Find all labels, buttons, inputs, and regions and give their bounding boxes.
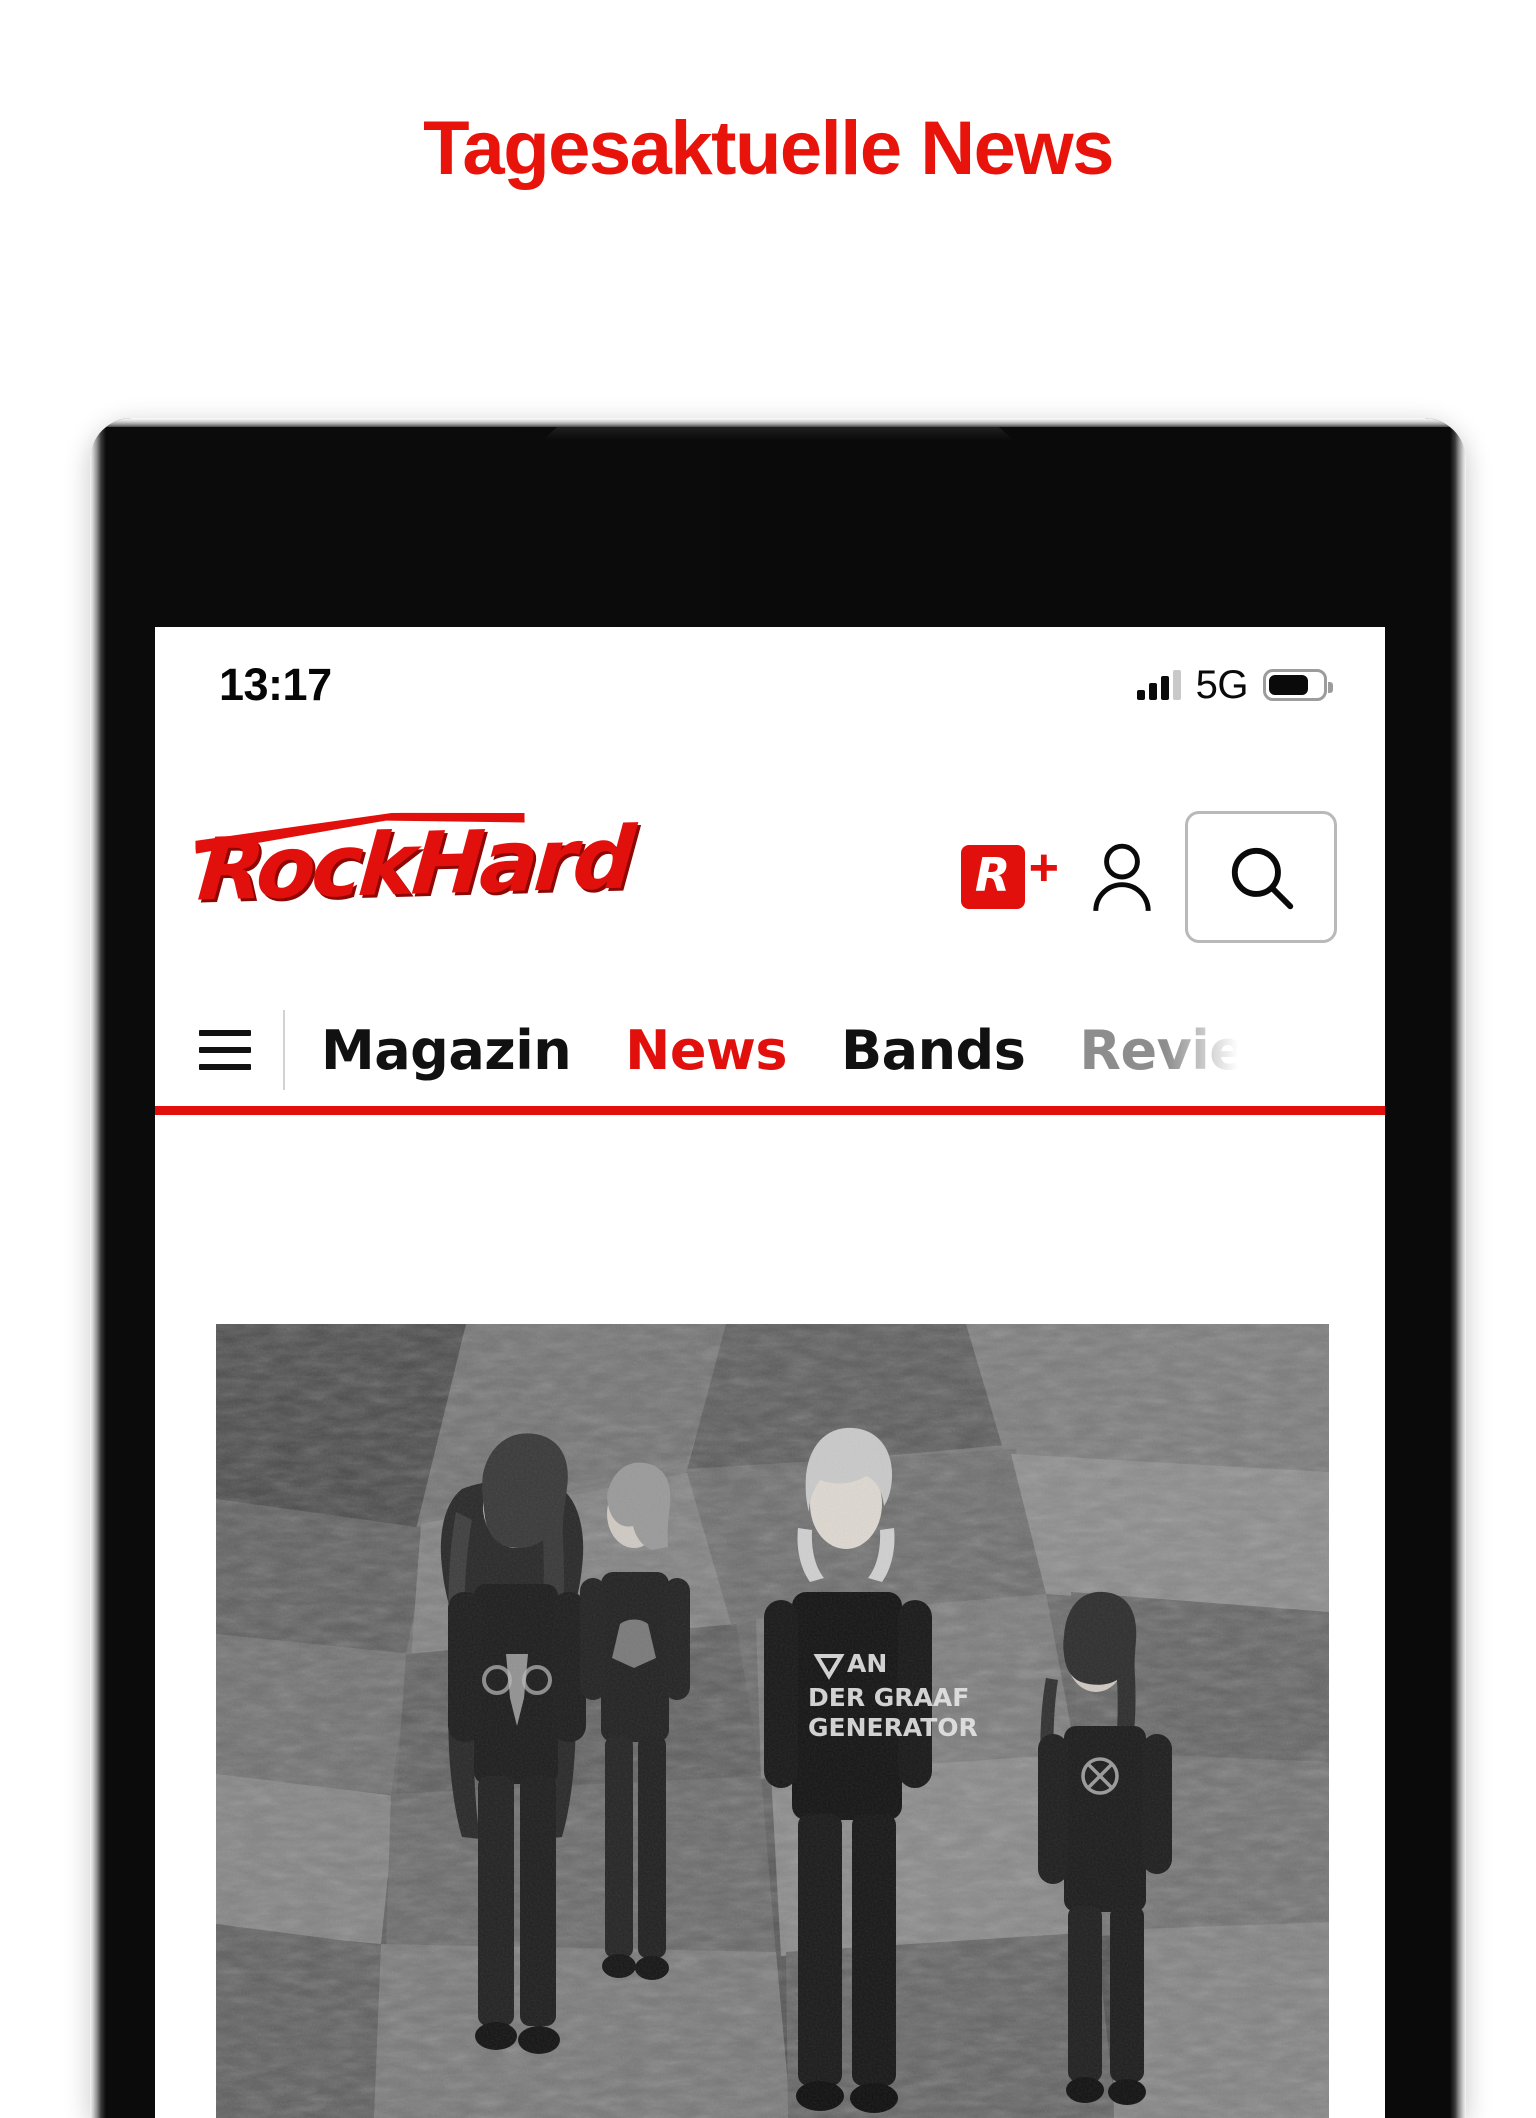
- nav-items: Magazin News Bands Revie: [321, 1019, 1246, 1082]
- hamburger-menu-icon[interactable]: [199, 1030, 251, 1070]
- rockhard-logo-text: RockHard: [194, 808, 635, 921]
- cellular-signal-icon: [1136, 670, 1181, 700]
- tablet-screen: 13:17 5G RockHard R + Magazin News Bands…: [155, 627, 1385, 2118]
- band-photo-illustration: AN DER GRAAF GENERATOR: [216, 1324, 1329, 2118]
- nav-underline: [155, 1106, 1385, 1115]
- nav-item-magazin[interactable]: Magazin: [321, 1019, 572, 1082]
- battery-icon: [1263, 669, 1333, 701]
- nav-divider: [283, 1010, 285, 1090]
- tablet-top-rim: [90, 418, 1466, 427]
- status-time: 13:17: [219, 659, 332, 710]
- network-type-label: 5G: [1195, 662, 1249, 707]
- speaker-notch: [543, 427, 1013, 440]
- news-article-photo[interactable]: AN DER GRAAF GENERATOR: [216, 1324, 1329, 2118]
- nav-item-reviews[interactable]: Revie: [1079, 1019, 1246, 1082]
- header-actions: R +: [960, 811, 1337, 943]
- nav-item-bands[interactable]: Bands: [841, 1019, 1026, 1082]
- site-header: RockHard R +: [155, 777, 1385, 977]
- nav-item-news[interactable]: News: [625, 1019, 787, 1082]
- status-indicators: 5G: [1136, 662, 1333, 708]
- tablet-device-frame: 13:17 5G RockHard R + Magazin News Bands…: [90, 418, 1466, 2118]
- plus-icon: +: [1028, 839, 1059, 897]
- status-bar: 13:17 5G: [155, 627, 1385, 743]
- rplus-badge-icon: R: [960, 845, 1025, 909]
- rockhard-logo[interactable]: RockHard: [199, 810, 635, 945]
- user-account-icon[interactable]: [1085, 835, 1159, 919]
- page-title: Tagesaktuelle News: [423, 106, 1114, 191]
- rplus-subscription-button[interactable]: R +: [960, 839, 1059, 912]
- search-button[interactable]: [1185, 811, 1337, 943]
- main-navigation: Magazin News Bands Revie: [155, 995, 1385, 1105]
